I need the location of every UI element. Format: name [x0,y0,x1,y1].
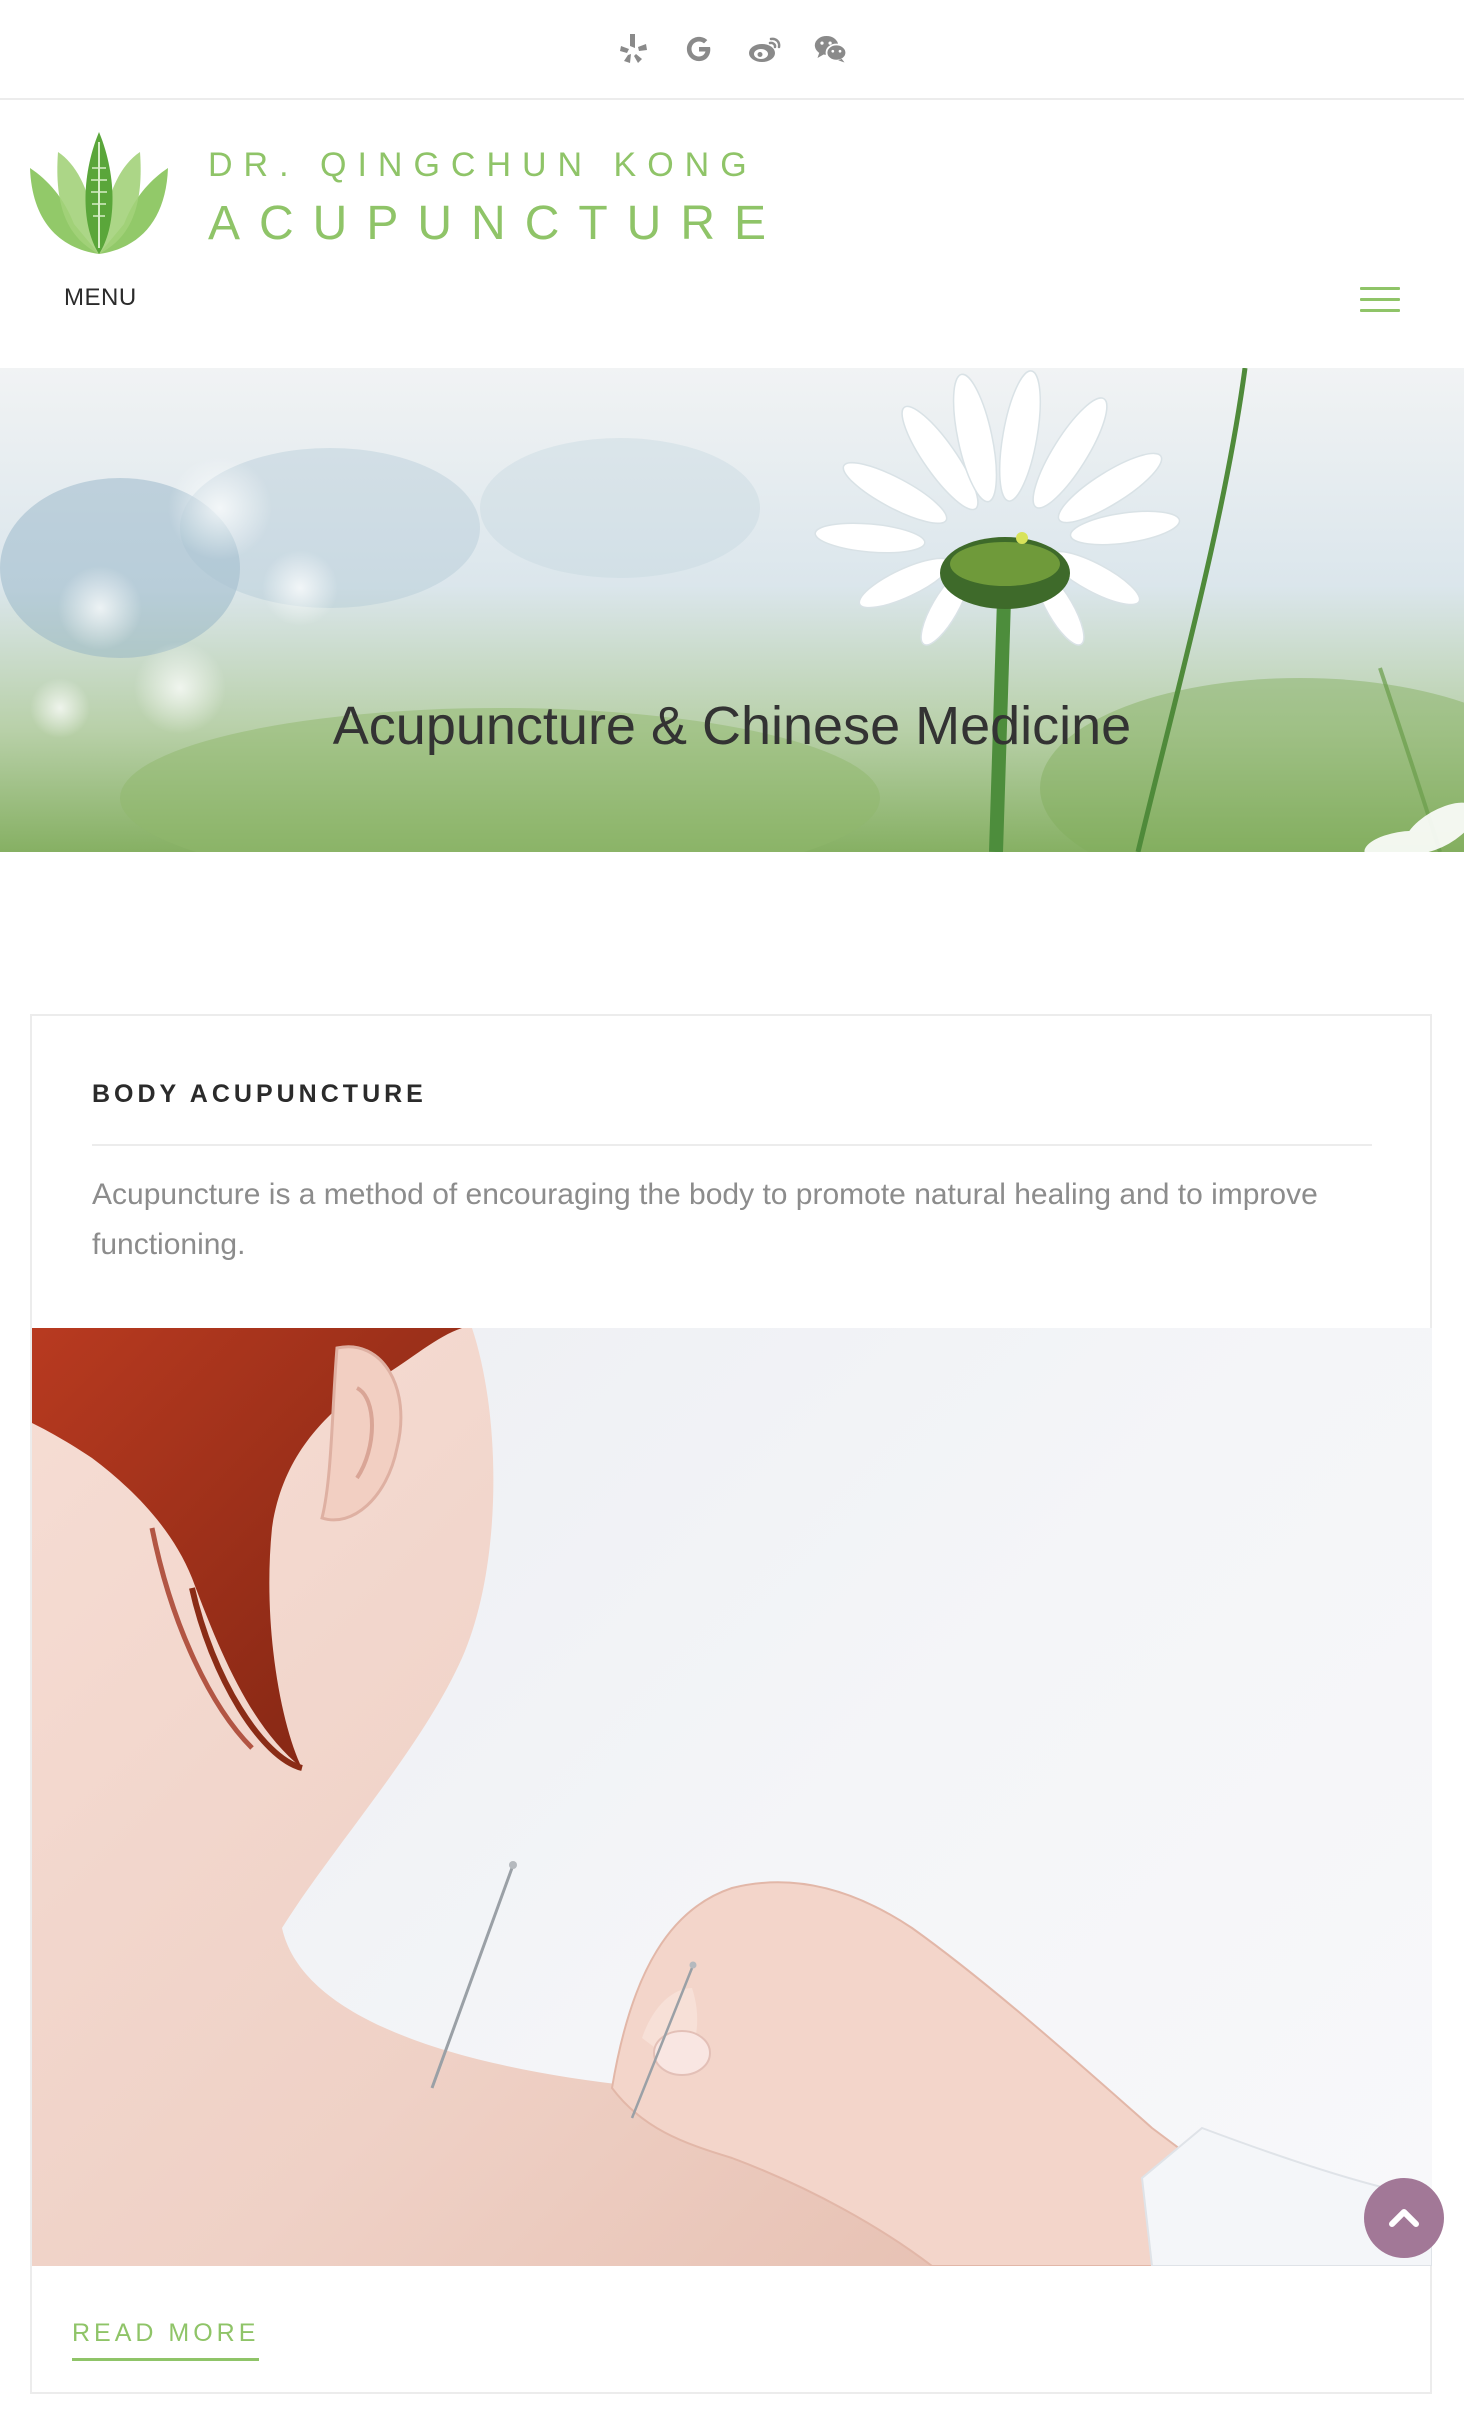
brand-tagline[interactable]: ACUPUNCTURE [208,196,785,251]
back-to-top-button[interactable] [1364,2178,1444,2258]
yelp-icon[interactable] [615,31,651,67]
menu-label[interactable]: MENU [64,284,137,312]
site-header: DR. QINGCHUN KONG ACUPUNCTURE MENU [0,100,1464,368]
card-title[interactable]: BODY ACUPUNCTURE [92,1080,427,1109]
read-more-link[interactable]: READ MORE [72,2319,260,2361]
wechat-icon[interactable] [813,31,849,67]
hero-title: Acupuncture & Chinese Medicine [332,696,1132,756]
acupuncture-illustration [32,1328,1432,2266]
card-divider [92,1144,1372,1146]
social-bar [0,0,1464,100]
hero-banner: Acupuncture & Chinese Medicine [0,368,1464,852]
brand-name[interactable]: DR. QINGCHUN KONG [208,146,758,185]
service-card: BODY ACUPUNCTURE Acupuncture is a method… [30,1014,1432,2394]
hamburger-menu-icon[interactable] [1358,284,1402,316]
lotus-logo-icon[interactable] [28,128,170,256]
acupuncture-photo[interactable] [32,1328,1432,2266]
google-icon[interactable] [681,31,717,67]
daisy-hero-image [0,368,1464,852]
weibo-icon[interactable] [747,31,783,67]
card-description: Acupuncture is a method of encouraging t… [92,1178,1318,1261]
chevron-up-icon [1389,2209,1419,2227]
